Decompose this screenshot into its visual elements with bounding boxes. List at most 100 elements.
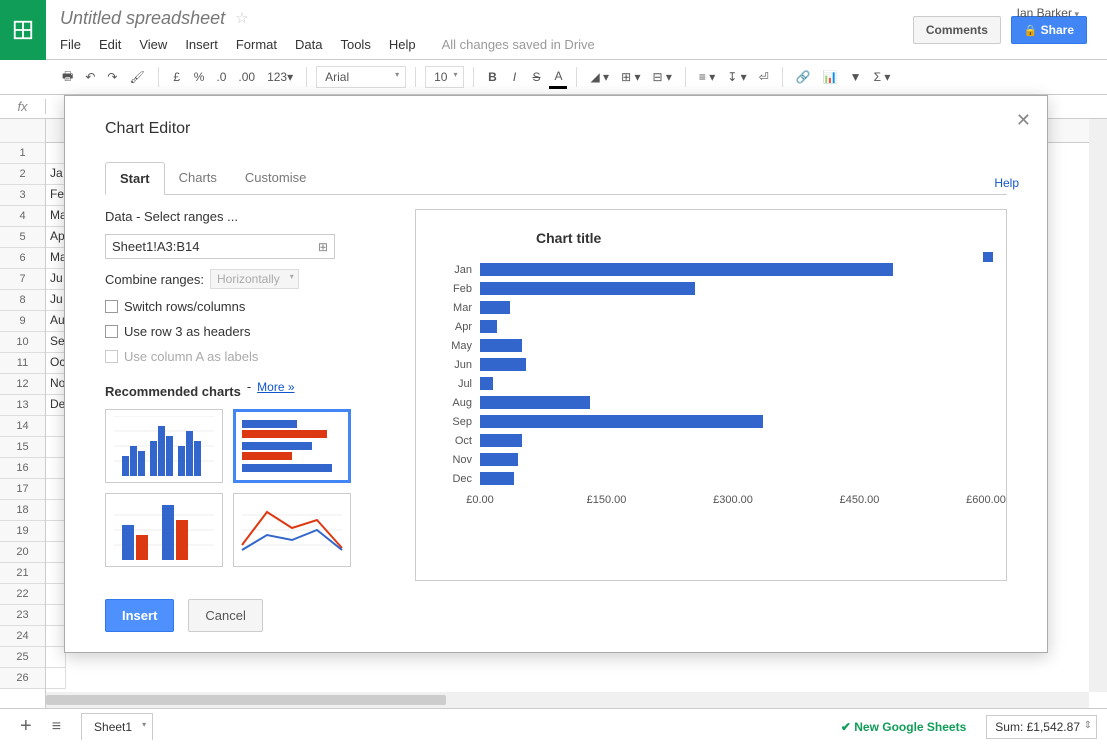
cell[interactable]: De: [46, 395, 66, 416]
cell[interactable]: Ma: [46, 248, 66, 269]
cell[interactable]: [46, 143, 66, 164]
cell[interactable]: Au: [46, 311, 66, 332]
sheets-logo[interactable]: [0, 0, 46, 60]
star-icon[interactable]: ☆: [235, 9, 248, 27]
vertical-scrollbar[interactable]: [1089, 119, 1107, 692]
row-header[interactable]: 13: [0, 395, 45, 416]
row-header[interactable]: 3: [0, 185, 45, 206]
cell[interactable]: [46, 605, 66, 626]
cell[interactable]: [46, 584, 66, 605]
range-input[interactable]: Sheet1!A3:B14 ⊞: [105, 234, 335, 259]
cell[interactable]: [46, 521, 66, 542]
row-header[interactable]: 15: [0, 437, 45, 458]
horizontal-scrollbar[interactable]: [46, 692, 1089, 708]
cell[interactable]: [46, 563, 66, 584]
currency-format[interactable]: £: [168, 67, 186, 87]
select-range-icon[interactable]: ⊞: [318, 240, 328, 254]
switch-rows-option[interactable]: Switch rows/columns: [105, 299, 375, 314]
increase-decimal[interactable]: .00: [234, 67, 259, 87]
chart-thumb-bar[interactable]: [233, 409, 351, 483]
merge-cells-icon[interactable]: ⊟ ▾: [649, 67, 676, 87]
v-align-icon[interactable]: ↧ ▾: [723, 67, 750, 87]
cell[interactable]: Oc: [46, 353, 66, 374]
cell[interactable]: Ju: [46, 269, 66, 290]
insert-link-icon[interactable]: 🔗: [792, 67, 815, 87]
menu-data[interactable]: Data: [295, 37, 322, 52]
cell[interactable]: [46, 500, 66, 521]
row-header[interactable]: 12: [0, 374, 45, 395]
checkbox-icon[interactable]: [105, 325, 118, 338]
font-family-select[interactable]: Arial: [316, 66, 406, 88]
row-header[interactable]: 11: [0, 353, 45, 374]
row-header[interactable]: 24: [0, 626, 45, 647]
cell[interactable]: [46, 626, 66, 647]
row-header[interactable]: 18: [0, 500, 45, 521]
row-header[interactable]: 17: [0, 479, 45, 500]
font-size-select[interactable]: 10: [425, 66, 464, 88]
wrap-text-icon[interactable]: ⏎: [755, 67, 773, 87]
sheet-tab[interactable]: Sheet1: [81, 713, 153, 740]
row-header[interactable]: 16: [0, 458, 45, 479]
fill-color-icon[interactable]: ◢ ▾: [586, 67, 613, 87]
row-header[interactable]: 1: [0, 143, 45, 164]
row-header[interactable]: 23: [0, 605, 45, 626]
comments-button[interactable]: Comments: [913, 16, 1001, 44]
insert-chart-icon[interactable]: 📊: [819, 67, 842, 87]
chart-thumb-column[interactable]: [105, 409, 223, 483]
cell[interactable]: [46, 668, 66, 689]
menu-format[interactable]: Format: [236, 37, 277, 52]
row-header[interactable]: 20: [0, 542, 45, 563]
user-menu[interactable]: Ian Barker: [1017, 6, 1079, 20]
menu-help[interactable]: Help: [389, 37, 416, 52]
row-header[interactable]: 10: [0, 332, 45, 353]
cell[interactable]: [46, 542, 66, 563]
cell[interactable]: [46, 458, 66, 479]
cell[interactable]: [46, 437, 66, 458]
row-header[interactable]: 25: [0, 647, 45, 668]
menu-insert[interactable]: Insert: [185, 37, 218, 52]
row-header[interactable]: 8: [0, 290, 45, 311]
row-header[interactable]: 19: [0, 521, 45, 542]
combine-select[interactable]: Horizontally: [210, 269, 299, 289]
sum-display[interactable]: Sum: £1,542.87: [986, 715, 1097, 739]
h-align-icon[interactable]: ≡ ▾: [695, 67, 719, 87]
italic-icon[interactable]: I: [505, 67, 523, 87]
cell[interactable]: No: [46, 374, 66, 395]
row-header[interactable]: 7: [0, 269, 45, 290]
row-header[interactable]: 5: [0, 227, 45, 248]
help-link[interactable]: Help: [994, 176, 1019, 190]
menu-tools[interactable]: Tools: [340, 37, 370, 52]
tab-customise[interactable]: Customise: [231, 162, 320, 194]
all-sheets-icon[interactable]: ≡: [42, 718, 71, 736]
row-header[interactable]: 4: [0, 206, 45, 227]
row-header[interactable]: 22: [0, 584, 45, 605]
doc-title[interactable]: Untitled spreadsheet: [60, 8, 225, 29]
row3-headers-option[interactable]: Use row 3 as headers: [105, 324, 375, 339]
row-header[interactable]: 2: [0, 164, 45, 185]
filter-icon[interactable]: ▼: [846, 67, 866, 87]
number-format[interactable]: 123 ▾: [263, 67, 297, 87]
tab-charts[interactable]: Charts: [165, 162, 231, 194]
add-sheet-icon[interactable]: +: [10, 715, 42, 738]
chart-thumb-grouped-column[interactable]: [105, 493, 223, 567]
menu-view[interactable]: View: [139, 37, 167, 52]
row-header[interactable]: 21: [0, 563, 45, 584]
menu-edit[interactable]: Edit: [99, 37, 121, 52]
cell[interactable]: Fe: [46, 185, 66, 206]
menu-file[interactable]: File: [60, 37, 81, 52]
bold-icon[interactable]: B: [483, 67, 501, 87]
cancel-button[interactable]: Cancel: [188, 599, 262, 632]
cell[interactable]: Ju: [46, 290, 66, 311]
row-header[interactable]: 26: [0, 668, 45, 689]
more-charts-link[interactable]: More »: [257, 380, 294, 394]
print-icon[interactable]: 🖶: [58, 64, 77, 91]
cell[interactable]: [46, 647, 66, 668]
row-header[interactable]: 6: [0, 248, 45, 269]
tab-start[interactable]: Start: [105, 162, 165, 195]
chart-thumb-line[interactable]: [233, 493, 351, 567]
text-color-icon[interactable]: A: [549, 66, 567, 89]
checkbox-icon[interactable]: [105, 300, 118, 313]
cell[interactable]: Se: [46, 332, 66, 353]
row-header[interactable]: 9: [0, 311, 45, 332]
strikethrough-icon[interactable]: S: [527, 67, 545, 87]
